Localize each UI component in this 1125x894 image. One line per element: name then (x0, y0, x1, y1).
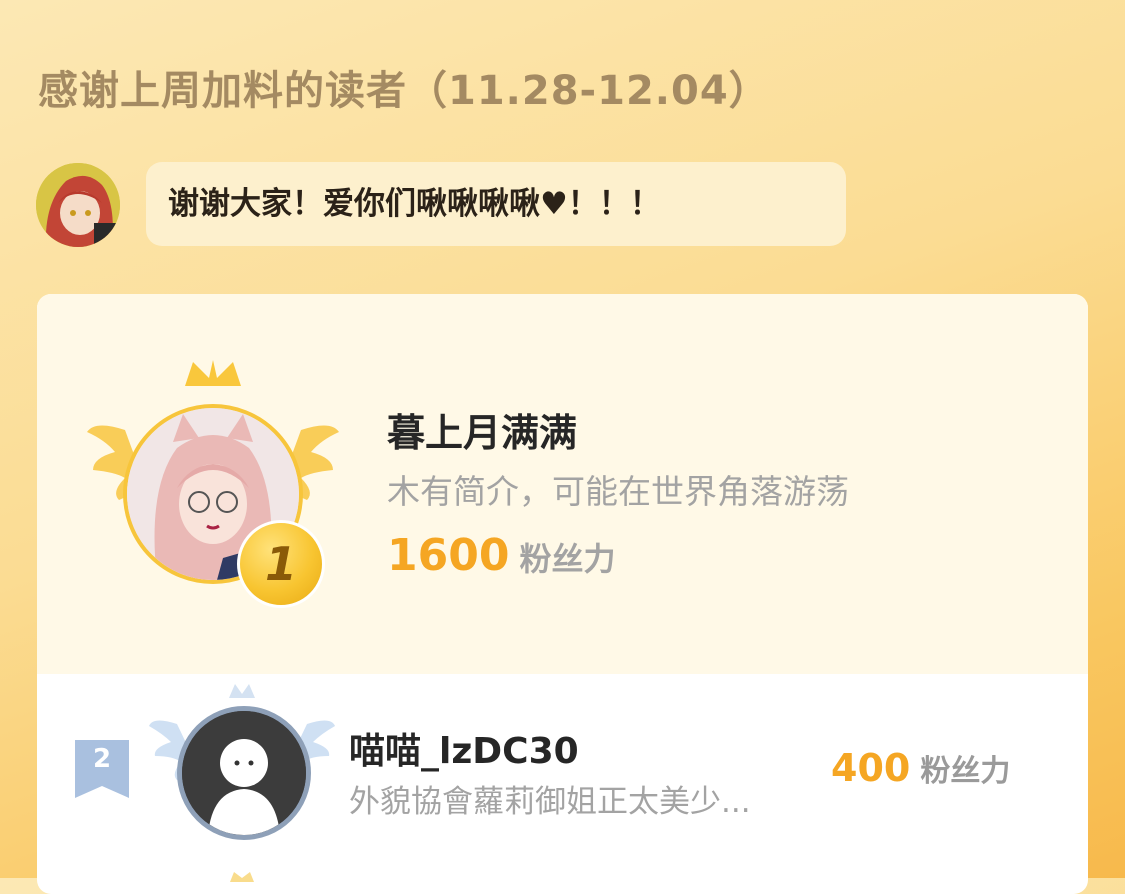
medal-icon: 1 (237, 520, 325, 608)
page-title: 感谢上周加料的读者（11.28-12.04） (38, 68, 770, 114)
rank1-name[interactable]: 暮上月满满 (387, 402, 577, 457)
default-avatar-icon (182, 711, 306, 835)
host-message: 谢谢大家！爱你们啾啾啾啾♥！！！ (168, 186, 661, 222)
leaderboard-card: 1 暮上月满满 木有简介，可能在世界角落游荡 1600 粉丝力 2 喵喵_lzDC… (37, 294, 1088, 894)
rank2-description: 外貌協會蘿莉御姐正太美少... (349, 784, 751, 820)
rank1-number: 1 (264, 537, 297, 591)
rank2-score-unit: 粉丝力 (920, 754, 1011, 789)
rank1-description: 木有简介，可能在世界角落游荡 (387, 472, 849, 511)
rank1-score-value: 1600 (387, 530, 510, 581)
rank2-score-value: 400 (831, 746, 911, 790)
rank2-score: 400 粉丝力 (831, 746, 1010, 790)
rank1-score-unit: 粉丝力 (519, 540, 616, 578)
rank2-avatar[interactable] (177, 706, 311, 840)
crown-icon (230, 872, 254, 882)
rank2-name[interactable]: 喵喵_lzDC30 (349, 722, 579, 774)
host-message-bubble: 谢谢大家！爱你们啾啾啾啾♥！！！ (146, 162, 846, 246)
host-avatar[interactable] (36, 163, 120, 247)
rank2-badge: 2 (75, 740, 129, 798)
rank1-score: 1600 粉丝力 (387, 530, 615, 581)
rank2-number: 2 (92, 744, 112, 774)
host-avatar-image (36, 163, 120, 247)
